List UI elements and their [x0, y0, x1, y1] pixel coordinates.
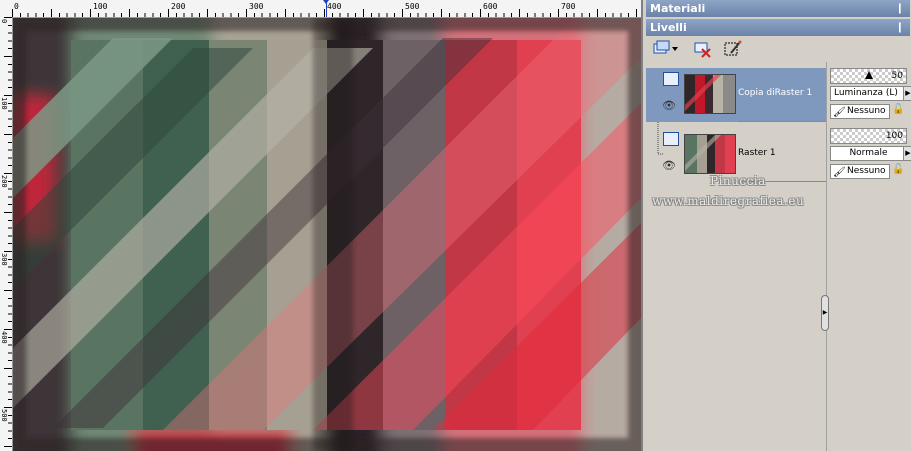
- layers-title-text: Livelli: [650, 21, 687, 34]
- right-panels: Materiali ❙ Livelli ❙ 👁 Copia diRaster 1…: [641, 0, 911, 451]
- ruler-label: 0: [14, 2, 19, 11]
- materials-palette-title[interactable]: Materiali ❙: [646, 0, 910, 17]
- blend-mode-arrow[interactable]: ▶: [903, 146, 911, 161]
- brush-icon: 🖌: [833, 107, 846, 118]
- ruler-label: 500: [0, 409, 8, 422]
- mask-button-raster[interactable]: 🖌 Nessuno: [830, 164, 890, 179]
- ruler-label: 500: [405, 2, 420, 11]
- delete-layer-icon: [694, 42, 711, 58]
- canvas-area[interactable]: 0 100 200 300 400 500 600 700 0 100 200 …: [0, 0, 641, 451]
- blend-mode-select-raster[interactable]: Normale: [830, 146, 904, 161]
- ruler-cursor-arrow: [323, 0, 329, 4]
- blend-mode-arrow[interactable]: ▶: [903, 86, 911, 101]
- ruler-label: 400: [327, 2, 342, 11]
- watermark-line2: www.maldiregrafiea.eu: [652, 194, 805, 208]
- brush-icon: 🖌: [833, 167, 846, 178]
- ruler-label: 300: [0, 253, 8, 266]
- layer-thumbnail: [684, 134, 736, 174]
- layer-name: Raster 1: [738, 148, 776, 158]
- visibility-eye-icon[interactable]: 👁: [662, 159, 676, 172]
- raster-layer-icon: [663, 132, 679, 146]
- raster-layer-icon: [663, 72, 679, 86]
- mask-button-copia[interactable]: 🖌 Nessuno: [830, 104, 890, 119]
- lock-icon[interactable]: 🔓: [892, 104, 906, 118]
- opacity-value: 100: [885, 131, 903, 141]
- ruler-label: 700: [561, 2, 576, 11]
- ruler-label: 100: [0, 97, 8, 110]
- layers-toolbar: [646, 36, 910, 60]
- opacity-slider-raster[interactable]: 100: [830, 128, 907, 144]
- ruler-label: 200: [171, 2, 186, 11]
- opacity-value: 50: [891, 71, 903, 81]
- layers-palette-title[interactable]: Livelli ❙: [646, 19, 910, 36]
- ruler-label: 400: [0, 331, 8, 344]
- delete-layer-button[interactable]: [692, 38, 714, 60]
- vertical-ruler: 0 100 200 300 400 500: [0, 17, 13, 451]
- ruler-ticks: [0, 17, 12, 451]
- ruler-label: 600: [483, 2, 498, 11]
- horizontal-ruler: 0 100 200 300 400 500 600 700: [0, 0, 641, 18]
- ruler-label: 0: [0, 19, 8, 24]
- ruler-label: 200: [0, 175, 8, 188]
- opacity-slider-copia[interactable]: 50: [830, 68, 907, 84]
- ruler-label: 300: [249, 2, 264, 11]
- mask-value: Nessuno: [847, 166, 886, 176]
- document-image[interactable]: [13, 18, 641, 451]
- pin-icon[interactable]: ❙: [896, 19, 904, 36]
- layer-properties: 50 Luminanza (L) ▶ 🖌 Nessuno 🔓 100 Norma…: [828, 62, 911, 451]
- blend-mode-select-copia[interactable]: Luminanza (L): [830, 86, 904, 101]
- layer-name: Copia diRaster 1: [738, 88, 813, 98]
- pin-icon[interactable]: ❙: [896, 0, 904, 17]
- visibility-eye-icon[interactable]: 👁: [662, 99, 676, 112]
- new-layer-icon: [653, 40, 678, 54]
- edit-selection-button[interactable]: [722, 38, 744, 60]
- layer-thumbnail: [684, 74, 736, 114]
- layer-divider: [738, 121, 826, 122]
- materials-title-text: Materiali: [650, 2, 706, 15]
- blend-mode-value: Luminanza (L): [834, 88, 898, 98]
- ruler-label: 100: [93, 2, 108, 11]
- lock-icon[interactable]: 🔓: [892, 164, 906, 178]
- new-layer-dropdown-button[interactable]: [650, 38, 680, 60]
- mask-value: Nessuno: [847, 106, 886, 116]
- layers-list[interactable]: 👁 Copia diRaster 1 👁 Raster 1 Pinuccia w…: [646, 62, 827, 451]
- watermark-line1: Pinuccia: [710, 174, 766, 188]
- blend-mode-value: Normale: [849, 148, 888, 158]
- layer-row-copia-diraster-1[interactable]: 👁 Copia diRaster 1: [646, 68, 826, 122]
- opacity-slider-handle[interactable]: [865, 71, 873, 79]
- edit-selection-icon: [724, 40, 742, 56]
